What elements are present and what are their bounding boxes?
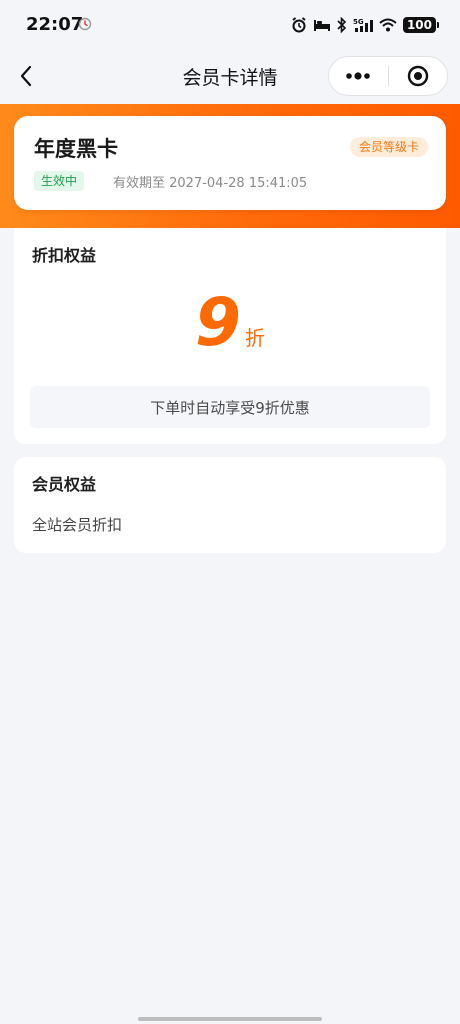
target-close-icon xyxy=(407,65,428,87)
discount-number: 9 xyxy=(195,284,241,361)
timer-icon xyxy=(78,17,92,31)
battery-indicator: 100 xyxy=(402,17,440,33)
discount-value: 9折 xyxy=(14,290,446,356)
discount-section: 折扣权益 9折 下单时自动享受9折优惠 xyxy=(14,228,446,444)
discount-unit: 折 xyxy=(244,326,265,350)
bluetooth-icon xyxy=(337,17,347,33)
discount-note: 下单时自动享受9折优惠 xyxy=(30,386,430,428)
status-icons: 5G 100 xyxy=(291,14,440,36)
card-name: 年度黑卡 xyxy=(34,137,118,161)
home-indicator[interactable] xyxy=(138,1017,322,1021)
svg-text:5G: 5G xyxy=(353,18,364,26)
benefits-section-title: 会员权益 xyxy=(32,475,97,494)
benefit-item: 全站会员折扣 xyxy=(32,516,123,534)
status-bar: 22:07 5G 100 xyxy=(0,0,460,50)
status-badge: 生效中 xyxy=(34,171,85,191)
wifi-icon xyxy=(379,18,397,32)
more-dots-icon xyxy=(346,72,371,80)
membership-card: 年度黑卡 会员等级卡 生效中 有效期至 2027-04-28 15:41:05 xyxy=(14,116,446,210)
nav-bar: 会员卡详情 xyxy=(0,50,460,104)
cellular-signal-icon: 5G xyxy=(353,18,373,32)
more-button[interactable] xyxy=(329,57,388,95)
validity-text: 有效期至 2027-04-28 15:41:05 xyxy=(113,176,308,191)
benefits-section: 会员权益 全站会员折扣 xyxy=(14,457,446,553)
status-time: 22:07 xyxy=(26,14,84,35)
alarm-clock-icon xyxy=(292,17,306,33)
bed-icon xyxy=(313,20,330,31)
miniprogram-capsule xyxy=(328,56,448,96)
tier-badge: 会员等级卡 xyxy=(349,137,428,157)
discount-section-title: 折扣权益 xyxy=(32,246,97,265)
close-miniprogram-button[interactable] xyxy=(389,57,448,95)
